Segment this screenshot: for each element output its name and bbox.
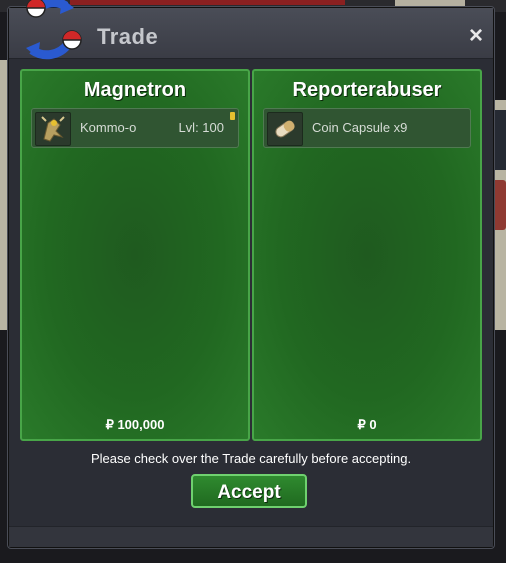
trade-notice: Please check over the Trade carefully be…	[90, 451, 412, 466]
offered-item-kommo-o[interactable]: Kommo-o Lvl: 100	[31, 108, 239, 148]
window-title: Trade	[97, 24, 159, 49]
money-offer-left: ₽ 100,000	[105, 417, 165, 432]
offered-item-coin-capsule[interactable]: Coin Capsule x9	[263, 108, 471, 148]
game-backdrop-strip	[70, 0, 345, 5]
item-name: Coin Capsule x9	[312, 120, 408, 135]
player-name-right: Reporterabuser	[292, 79, 442, 101]
close-icon[interactable]: ×	[465, 24, 487, 48]
money-offer-right: ₽ 0	[357, 417, 377, 432]
player-name-left: Magnetron	[83, 79, 187, 101]
trade-window: Trade × Magnetron Kommo-o Lvl: 100 ₽ 100…	[7, 6, 495, 549]
window-footer	[9, 526, 493, 547]
my-offer-panel: Magnetron Kommo-o Lvl: 100 ₽ 100,000	[20, 69, 250, 441]
their-offer-panel: Reporterabuser Coin Capsule x9 ₽ 0	[252, 69, 482, 441]
kommo-o-sprite-icon	[35, 112, 71, 146]
trade-arrows-icon	[10, 0, 90, 64]
pokemon-info-badge	[230, 112, 235, 120]
item-name: Kommo-o	[80, 120, 137, 135]
accept-button[interactable]: Accept	[191, 474, 307, 508]
coin-capsule-icon	[267, 112, 303, 146]
item-level: Lvl: 100	[178, 120, 224, 135]
